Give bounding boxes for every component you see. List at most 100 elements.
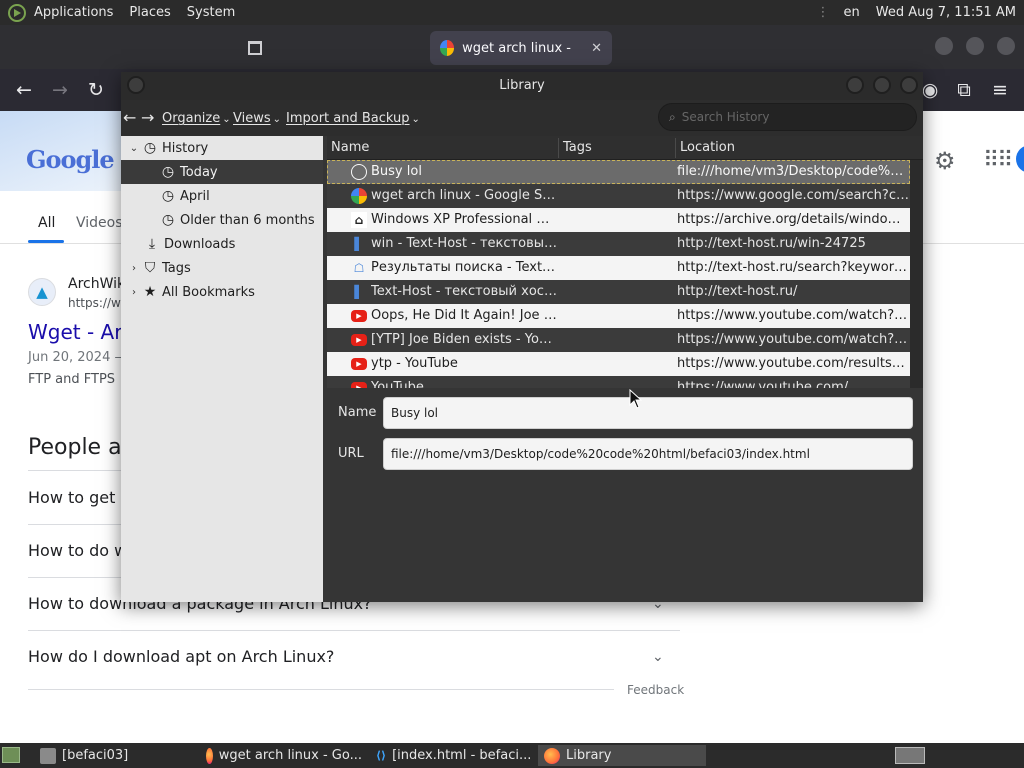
clock[interactable]: Wed Aug 7, 11:51 AM (868, 0, 1024, 25)
browser-tab-bar: wget arch linux - Goo ✕ (0, 25, 1024, 69)
minimize-window-icon[interactable] (935, 37, 953, 55)
history-row[interactable]: ☖ Результаты поиска - Text-Host http://t… (327, 256, 910, 280)
sidebar-item-downloads[interactable]: ⤓ Downloads (121, 232, 323, 256)
library-toolbar: ← → Organize ⌄ Views ⌄ Import and Backup ⌄ … (121, 100, 923, 136)
close-window-icon[interactable] (997, 37, 1015, 55)
chevron-right-icon[interactable]: › (127, 287, 141, 298)
name-field[interactable] (383, 397, 913, 429)
tab-all[interactable]: All (38, 215, 55, 231)
history-row[interactable]: ▶ YouTube https://www.youtube.com/ (327, 376, 910, 388)
sidebar-item-older[interactable]: ◷ Older than 6 months (121, 208, 323, 232)
sidebar-item-tags[interactable]: › ⛉ Tags (121, 256, 323, 280)
sidebar-item-all-bookmarks[interactable]: › ★ All Bookmarks (121, 280, 323, 304)
clock-icon: ◷ (161, 212, 175, 228)
column-header-tags[interactable]: Tags (563, 140, 592, 155)
column-header-location[interactable]: Location (680, 140, 735, 155)
chevron-right-icon[interactable]: › (127, 263, 141, 274)
history-row[interactable]: ⌂ Windows XP Professional Corporate http… (327, 208, 910, 232)
maximize-window-icon[interactable] (873, 76, 891, 94)
people-also-ask-heading: People al (28, 435, 128, 460)
taskbar-item-vscode[interactable]: ⟨⟩ [index.html - befaci... (370, 745, 536, 766)
history-row-name: [YTP] Joe Biden exists - YouTube (371, 332, 557, 347)
sidebar-item-history[interactable]: ⌄ ◷ History (121, 136, 323, 160)
applications-menu[interactable]: Applications (26, 0, 121, 25)
settings-gear-icon[interactable]: ⚙ (934, 147, 956, 175)
workspace-switcher[interactable] (895, 747, 925, 764)
history-row-location: file:///home/vm3/Desktop/code%20code%20h… (677, 164, 910, 179)
column-separator[interactable] (675, 138, 676, 158)
close-window-icon[interactable] (900, 76, 918, 94)
library-title: Library (499, 78, 545, 93)
history-row-location: https://www.youtube.com/watch?v=5 (677, 308, 910, 323)
history-list: Name Tags Location Busy lol file:///home… (327, 136, 923, 388)
list-header: Name Tags Location (327, 136, 923, 160)
window-menu-icon[interactable] (127, 76, 145, 94)
history-row-location: https://www.google.com/search?client=fir… (677, 188, 910, 203)
youtube-icon: ▶ (351, 358, 367, 370)
history-row-name: Oops, He Did It Again! Joe Biden (371, 308, 557, 323)
forward-arrow-icon[interactable]: → (141, 108, 154, 127)
google-doodle-logo[interactable]: Google (0, 111, 125, 191)
chevron-down-icon[interactable]: ⌄ (652, 649, 664, 665)
sidebar-item-today[interactable]: ◷ Today (121, 160, 323, 184)
avatar[interactable] (1016, 145, 1024, 173)
taskbar-item-files[interactable]: [befaci03] (34, 745, 198, 766)
result-snippet: FTP and FTPS (28, 372, 116, 387)
history-row[interactable]: Busy lol file:///home/vm3/Desktop/code%2… (327, 160, 910, 184)
sidebar-item-april[interactable]: ◷ April (121, 184, 323, 208)
column-separator[interactable] (558, 138, 559, 158)
hamburger-menu-icon[interactable]: ≡ (987, 77, 1013, 103)
organize-menu[interactable]: Organize ⌄ (162, 111, 231, 126)
search-history-box[interactable]: ⌕ (658, 103, 917, 131)
result-title-link[interactable]: Wget - Arc (28, 320, 133, 344)
tab-videos[interactable]: Videos (76, 215, 123, 231)
browser-tab[interactable] (238, 31, 424, 65)
column-header-name[interactable]: Name (331, 140, 369, 155)
history-row[interactable]: ▶ [YTP] Joe Biden exists - YouTube https… (327, 328, 910, 352)
url-field[interactable] (383, 438, 913, 470)
browser-tab[interactable] (618, 31, 728, 65)
taskbar-item-library[interactable]: Library (538, 745, 706, 766)
library-titlebar[interactable]: Library (121, 72, 923, 100)
history-row[interactable]: ▌ win - Text-Host - текстовый хостинг ht… (327, 232, 910, 256)
panel-separator-icon: ⋮ (816, 5, 830, 20)
result-site-name[interactable]: ArchWik (68, 276, 125, 292)
reload-icon[interactable]: ↻ (83, 77, 109, 103)
taskbar-item-label: [befaci03] (62, 748, 129, 763)
import-backup-menu[interactable]: Import and Backup ⌄ (286, 111, 420, 126)
name-field-label: Name (338, 405, 376, 420)
history-row[interactable]: wget arch linux - Google Search https://… (327, 184, 910, 208)
question-item[interactable]: How to get w (28, 488, 134, 507)
history-row[interactable]: ▶ ytp - YouTube https://www.youtube.com/… (327, 352, 910, 376)
places-menu[interactable]: Places (121, 0, 178, 25)
chevron-down-icon: ⌄ (272, 114, 282, 125)
views-menu[interactable]: Views ⌄ (233, 111, 281, 126)
system-menu[interactable]: System (179, 0, 243, 25)
text-host-icon: ▌ (354, 237, 364, 251)
browser-tab-active[interactable]: wget arch linux - Goo ✕ (430, 31, 612, 65)
feedback-link[interactable]: Feedback (627, 683, 684, 697)
back-arrow-icon[interactable]: ← (11, 77, 37, 103)
question-item[interactable]: How do I download apt on Arch Linux? (28, 647, 334, 666)
minimize-window-icon[interactable] (846, 76, 864, 94)
vscode-icon: ⟨⟩ (376, 748, 387, 762)
forward-arrow-icon[interactable]: → (47, 77, 73, 103)
maximize-window-icon[interactable] (966, 37, 984, 55)
google-apps-grid-icon[interactable]: ⠿⠿ (983, 148, 1013, 173)
keyboard-layout-indicator[interactable]: en (836, 0, 868, 25)
show-desktop-icon[interactable] (2, 747, 20, 763)
search-history-input[interactable] (681, 110, 892, 124)
taskbar-item-label: [index.html - befaci... (392, 748, 532, 763)
close-tab-icon[interactable]: ✕ (591, 41, 602, 56)
taskbar-item-firefox[interactable]: wget arch linux - Go... (200, 745, 368, 766)
list-scrollbar[interactable] (910, 160, 923, 388)
applications-logo-icon[interactable] (8, 3, 26, 22)
top-panel: Applications Places System ⋮ en Wed Aug … (0, 0, 1024, 25)
browser-tab[interactable] (0, 31, 232, 65)
chevron-down-icon[interactable]: ⌄ (127, 143, 141, 154)
history-row[interactable]: ▌ Text-Host - текстовый хостинг http://t… (327, 280, 910, 304)
back-arrow-icon[interactable]: ← (123, 108, 136, 127)
extensions-puzzle-icon[interactable]: ⧉ (951, 77, 977, 103)
divider (28, 630, 680, 631)
history-row[interactable]: ▶ Oops, He Did It Again! Joe Biden https… (327, 304, 910, 328)
